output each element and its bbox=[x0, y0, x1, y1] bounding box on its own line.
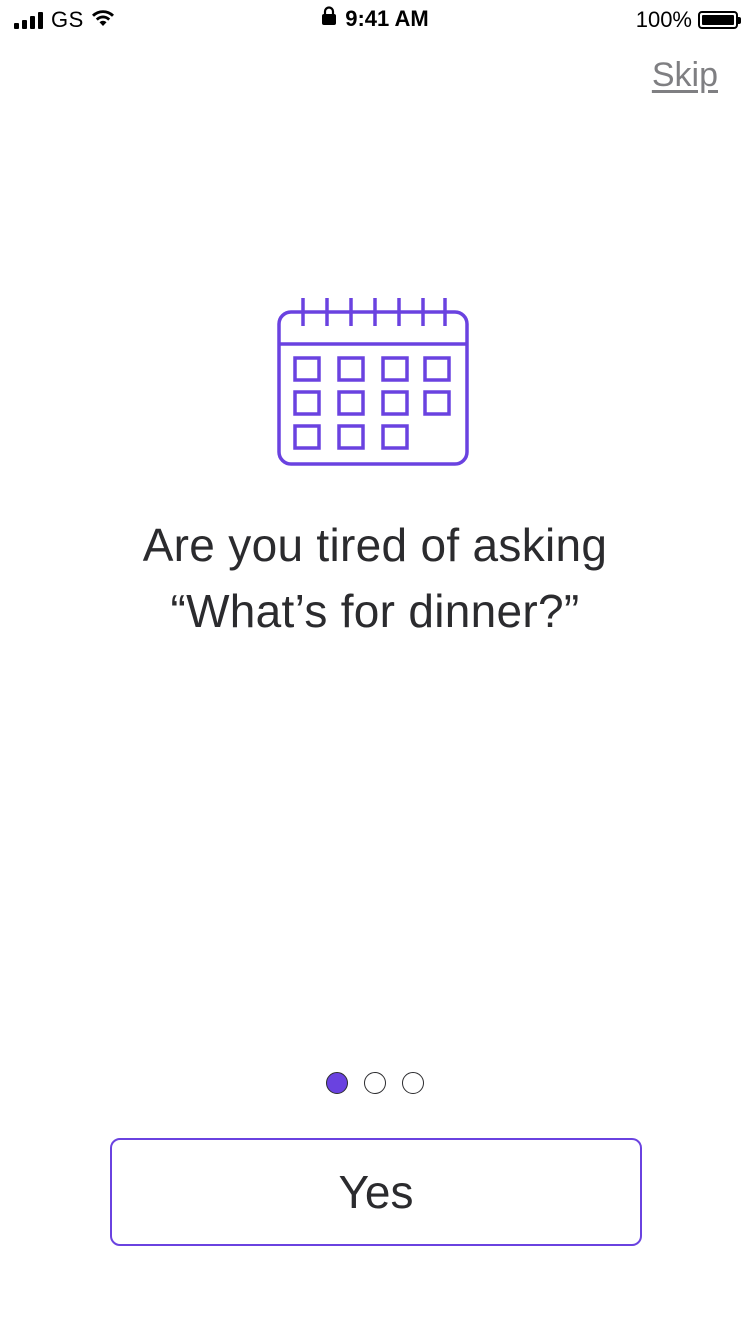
page-dot[interactable] bbox=[364, 1072, 386, 1094]
onboarding-question: Are you tired of asking “What’s for dinn… bbox=[0, 512, 750, 644]
page-dot[interactable] bbox=[402, 1072, 424, 1094]
battery-tip bbox=[738, 17, 741, 24]
status-right: 100% bbox=[635, 7, 741, 33]
calendar-icon bbox=[277, 296, 469, 468]
status-time: 9:41 AM bbox=[345, 6, 429, 31]
lock-icon bbox=[321, 6, 337, 32]
yes-button[interactable]: Yes bbox=[110, 1138, 642, 1246]
battery-icon bbox=[698, 11, 741, 29]
status-bar: GS 9:41 AM 100% bbox=[0, 0, 750, 40]
battery-level-fill bbox=[702, 15, 734, 25]
page-indicator bbox=[0, 1072, 750, 1094]
page-dot-active[interactable] bbox=[326, 1072, 348, 1094]
skip-link[interactable]: Skip bbox=[652, 56, 718, 95]
question-line-1: Are you tired of asking bbox=[142, 519, 608, 571]
battery-percent: 100% bbox=[635, 7, 692, 32]
question-line-2: “What’s for dinner?” bbox=[170, 585, 580, 637]
